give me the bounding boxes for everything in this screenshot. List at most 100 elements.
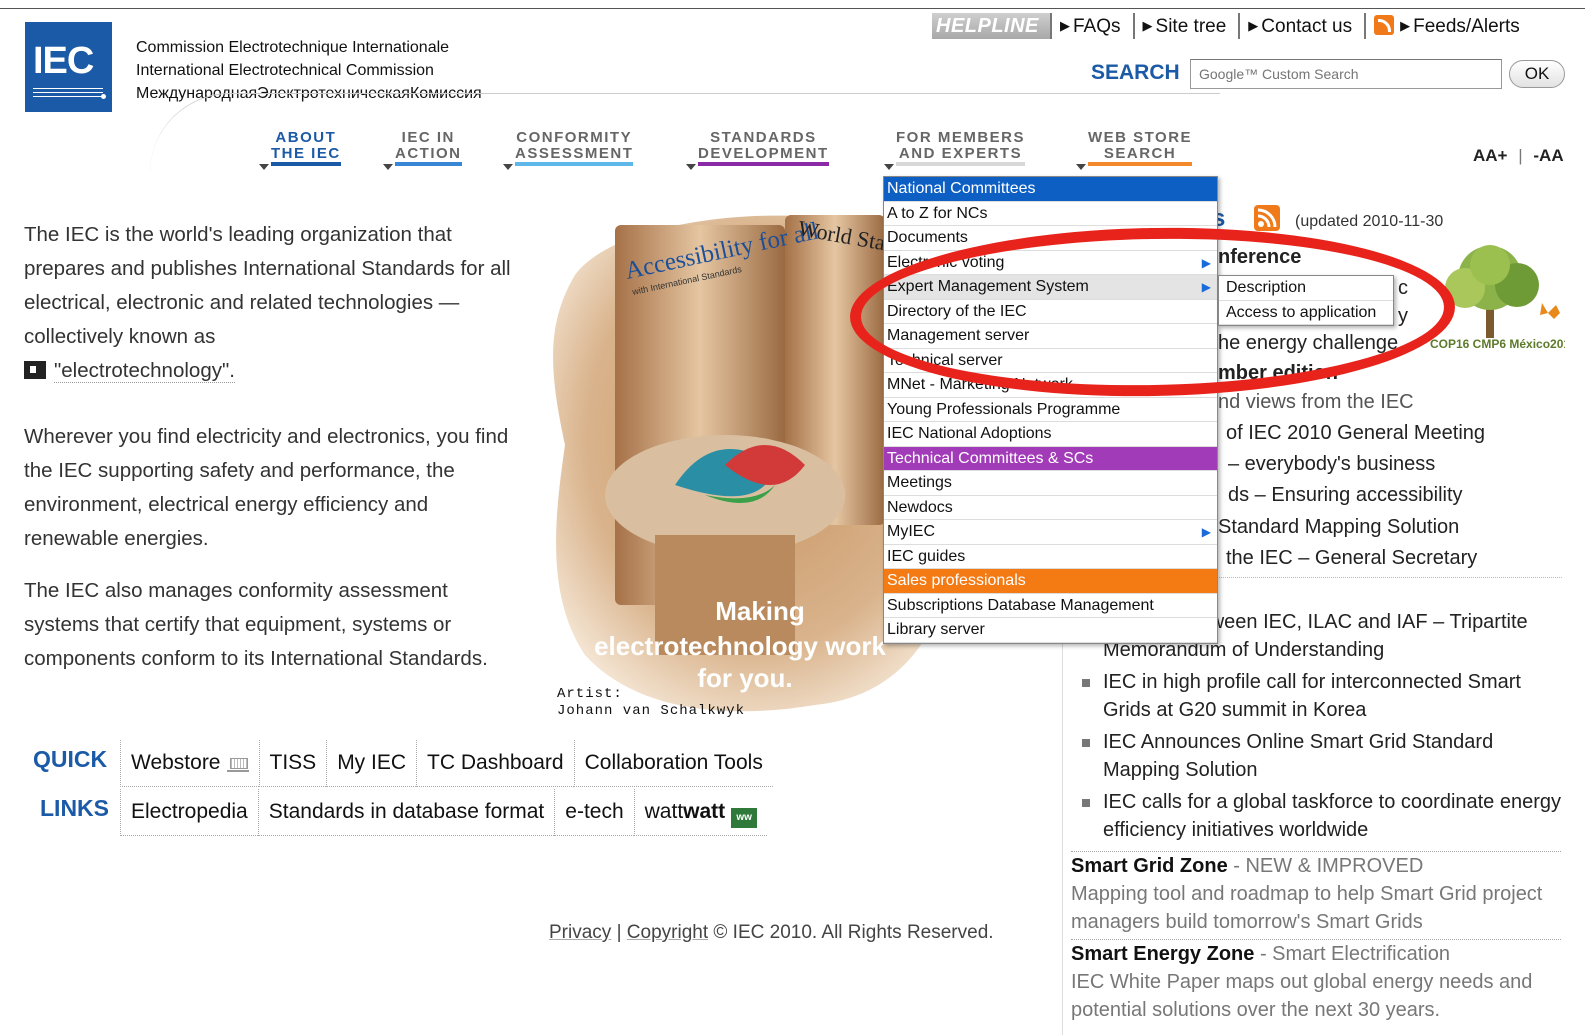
news-line-everybody[interactable]: – everybody's business <box>1228 453 1435 476</box>
quick-links-row-1: Webstore TISS My IEC TC Dashboard Collab… <box>120 740 773 787</box>
chevron-down-icon <box>884 164 894 170</box>
news-line-general-secretary[interactable]: the IEC – General Secretary <box>1226 547 1477 570</box>
news-line-accessibility[interactable]: ds – Ensuring accessibility <box>1228 484 1463 507</box>
dropdown-item-label: Young Professionals Programme <box>887 400 1121 418</box>
nav-line2: SEARCH <box>1103 145 1177 162</box>
font-increase-button[interactable]: AA+ <box>1473 146 1507 165</box>
chevron-down-icon <box>686 164 696 170</box>
search-ok-button[interactable]: OK <box>1509 60 1565 88</box>
nav-underline <box>271 162 341 166</box>
site-tree-link[interactable]: ▶ Site tree <box>1132 13 1239 39</box>
intro-paragraph-1: The IEC is the world's leading organizat… <box>24 218 514 388</box>
nav-for-members-and-experts[interactable]: FOR MEMBERS AND EXPERTS <box>884 129 1025 170</box>
iec-logo[interactable]: IEC <box>25 22 112 112</box>
dropdown-item[interactable]: Sales professionals <box>884 569 1217 594</box>
quick-link-tc-dashboard[interactable]: TC Dashboard <box>416 740 574 787</box>
quick-link-standards-database[interactable]: Standards in database format <box>257 789 555 836</box>
news-line-mapping[interactable]: Standard Mapping Solution <box>1218 516 1459 539</box>
dropdown-item[interactable]: A to Z for NCs <box>884 202 1217 226</box>
copyright-link[interactable]: Copyright <box>627 922 708 943</box>
helpline-button[interactable]: HELPLINE <box>932 13 1050 39</box>
news-bullet[interactable]: IEC in high profile call for interconnec… <box>1080 668 1570 724</box>
nav-conformity-assessment[interactable]: CONFORMITY ASSESSMENT <box>503 129 634 170</box>
quick-link-wattwatt[interactable]: wattwatt ww <box>633 789 768 836</box>
quick-link-electropedia[interactable]: Electropedia <box>120 789 258 836</box>
news-bullet[interactable]: IEC Announces Online Smart Grid Standard… <box>1080 728 1570 784</box>
nav-underline <box>395 162 462 166</box>
feeds-alerts-link[interactable]: ▶ Feeds/Alerts <box>1364 13 1532 39</box>
news-separator <box>1212 577 1562 578</box>
zone-tag: - NEW & IMPROVED <box>1227 855 1424 877</box>
dropdown-item-label: IEC guides <box>887 547 966 565</box>
quick-link-e-tech[interactable]: e-tech <box>554 789 634 836</box>
dropdown-item[interactable]: IEC National Adoptions <box>884 422 1217 447</box>
dropdown-item[interactable]: MyIEC ▶ <box>884 520 1217 545</box>
dropdown-item[interactable]: Meetings <box>884 471 1217 496</box>
video-icon[interactable] <box>24 361 46 379</box>
utility-nav: HELPLINE ▶ FAQs ▶ Site tree ▶ Contact us ▶ F… <box>932 12 1532 40</box>
search-input[interactable] <box>1190 59 1502 89</box>
arrow-right-icon: ▶ <box>1248 18 1259 33</box>
quick-link-my-iec[interactable]: My IEC <box>326 740 417 787</box>
dropdown-item-label: Subscriptions Database Management <box>887 596 1154 614</box>
copyright-text: © IEC 2010. All Rights Reserved. <box>708 922 994 943</box>
nav-line1: ABOUT <box>275 129 337 146</box>
dropdown-item[interactable]: IEC guides <box>884 545 1217 569</box>
intro-paragraph-3: The IEC also manages conformity assessme… <box>24 579 488 670</box>
smart-grid-zone[interactable]: Smart Grid Zone - NEW & IMPROVED Mapping… <box>1071 851 1561 936</box>
font-size-controls: AA+ | -AA <box>1473 146 1564 166</box>
nav-about-the-iec[interactable]: ABOUT THE IEC <box>259 129 341 170</box>
rss-icon[interactable] <box>1254 205 1280 231</box>
intro-p1-text: The IEC is the world's leading organizat… <box>24 223 511 348</box>
dropdown-item[interactable]: National Committees <box>884 177 1217 202</box>
font-size-separator: | <box>1518 146 1523 165</box>
news-line-general-meeting[interactable]: of IEC 2010 General Meeting <box>1226 422 1485 445</box>
news-updated: (updated 2010-11-30 <box>1295 213 1444 230</box>
privacy-link[interactable]: Privacy <box>549 922 611 943</box>
wattwatt-icon: ww <box>731 808 758 828</box>
contact-us-link[interactable]: ▶ Contact us <box>1238 13 1364 39</box>
electrotechnology-link[interactable]: "electrotechnology". <box>54 359 235 383</box>
quick-links-label-1: QUICK <box>33 746 108 772</box>
dropdown-item-label: Meetings <box>887 474 952 491</box>
nav-line1: FOR MEMBERS <box>896 129 1025 146</box>
dropdown-item-label: A to Z for NCs <box>887 204 988 222</box>
dropdown-item-label: Technical Committees & SCs <box>887 449 1094 467</box>
faqs-link[interactable]: ▶ FAQs <box>1050 13 1133 39</box>
top-border <box>0 8 1585 9</box>
dropdown-item[interactable]: Library server <box>884 618 1217 643</box>
smart-energy-zone[interactable]: Smart Energy Zone - Smart Electrificatio… <box>1071 939 1561 1024</box>
search-label: SEARCH <box>1091 61 1180 84</box>
dropdown-item[interactable]: Subscriptions Database Management <box>884 594 1217 618</box>
nav-underline <box>698 162 829 166</box>
dropdown-item[interactable]: Technical Committees & SCs <box>884 446 1217 471</box>
dropdown-item-label: Documents <box>887 229 968 246</box>
footer-separator: | <box>616 922 622 943</box>
artist-label: Artist: <box>557 686 623 702</box>
quick-link-collaboration-tools[interactable]: Collaboration Tools <box>573 740 773 787</box>
org-name-en: International Electrotechnical Commissio… <box>136 62 434 79</box>
arrow-right-icon: ▶ <box>1400 18 1411 33</box>
arrow-right-icon: ▶ <box>1060 18 1070 33</box>
nav-line2: ASSESSMENT <box>515 145 634 162</box>
zone-tag: - Smart Electrification <box>1254 943 1450 965</box>
nav-iec-in-action[interactable]: IEC IN ACTION <box>383 130 462 170</box>
nav-line1: CONFORMITY <box>516 129 633 146</box>
quick-link-tiss[interactable]: TISS <box>258 740 327 787</box>
rss-icon <box>1374 15 1395 35</box>
news-bullet[interactable]: IEC calls for a global taskforce to coor… <box>1080 788 1570 844</box>
dropdown-item-label: National Committees <box>887 180 1036 197</box>
zone-description: Mapping tool and roadmap to help Smart G… <box>1071 883 1543 933</box>
nav-web-store-search[interactable]: WEB STORE SEARCH <box>1076 130 1193 170</box>
poster-tagline-1: electrotechnology work <box>594 631 886 661</box>
font-decrease-button[interactable]: -AA <box>1533 146 1563 165</box>
dropdown-item-label: IEC National Adoptions <box>887 425 1052 442</box>
intro-text: The IEC is the world's leading organizat… <box>24 218 514 708</box>
chevron-down-icon <box>503 164 513 170</box>
dropdown-item[interactable]: Young Professionals Programme <box>884 398 1217 422</box>
dropdown-item[interactable]: Newdocs <box>884 496 1217 520</box>
zone-title: Smart Energy Zone <box>1071 943 1255 965</box>
quick-link-webstore[interactable]: Webstore <box>120 740 259 787</box>
logo-text: IEC <box>33 40 94 82</box>
nav-standards-development[interactable]: STANDARDS DEVELOPMENT <box>686 130 829 170</box>
